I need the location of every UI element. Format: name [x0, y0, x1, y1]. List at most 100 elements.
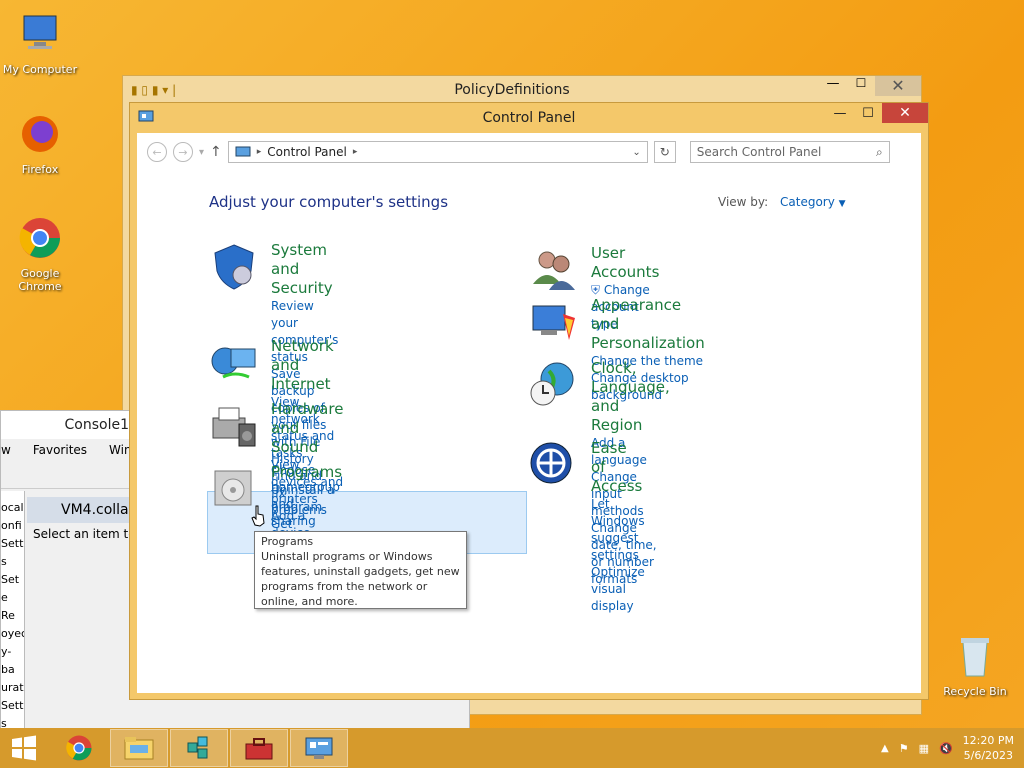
- chevron-down-icon: ▼: [838, 199, 846, 209]
- tree-item[interactable]: e Re: [1, 589, 24, 625]
- view-by-control: View by: Category ▼: [718, 195, 846, 209]
- chevron-down-icon[interactable]: ⌄: [632, 147, 640, 158]
- close-button[interactable]: ✕: [875, 76, 921, 96]
- users-icon: [533, 251, 575, 290]
- firefox-icon: [22, 116, 58, 152]
- taskbar: ▲ ⚑ ▦ 🔇 12:20 PM 5/6/2023: [0, 728, 1024, 768]
- tree-item[interactable]: ocal: [1, 499, 24, 517]
- category-title[interactable]: User Accounts: [591, 244, 659, 282]
- content-area: ← → ▾ ↑ ▸ Control Panel ▸ ⌄ ↻ Search Con…: [137, 133, 921, 693]
- category-link[interactable]: Uninstall a program: [271, 482, 342, 516]
- back-button[interactable]: ←: [147, 142, 167, 162]
- menu-item[interactable]: Favorites: [33, 443, 87, 457]
- tooltip-body: Uninstall programs or Windows features, …: [261, 550, 460, 608]
- search-placeholder: Search Control Panel: [696, 145, 822, 159]
- breadcrumb-chevron-icon[interactable]: ▸: [353, 147, 358, 157]
- quick-access-toolbar: ▮ ▯ ▮ ▾ |: [131, 83, 177, 97]
- control-panel-icon: [235, 146, 251, 157]
- maximize-button[interactable]: ☐: [854, 103, 882, 123]
- window-controls: — ☐ ✕: [819, 76, 921, 96]
- taskbar-control-panel[interactable]: [290, 729, 348, 767]
- category-title[interactable]: System and Security: [271, 241, 338, 298]
- start-button[interactable]: [0, 729, 48, 767]
- desktop-icon-chrome[interactable]: Google Chrome: [0, 214, 80, 293]
- chrome-icon: [19, 218, 60, 258]
- minimize-button[interactable]: —: [826, 103, 854, 123]
- view-by-value: Category: [780, 195, 835, 209]
- desktop-icon-label: Google Chrome: [18, 267, 62, 293]
- tree-item[interactable]: oyec: [1, 625, 24, 643]
- tree-item[interactable]: Sett: [1, 697, 24, 715]
- appearance-icon: [532, 305, 575, 340]
- tree-item[interactable]: y-ba: [1, 643, 24, 679]
- taskbar-group-policy[interactable]: [170, 729, 228, 767]
- category-title[interactable]: Programs: [271, 463, 342, 482]
- category-link[interactable]: Let Windows suggest settings: [591, 496, 645, 564]
- tooltip-title: Programs: [261, 535, 314, 548]
- category-title[interactable]: Network and Internet: [271, 337, 340, 394]
- windows-logo-icon: [12, 735, 36, 761]
- recent-pages-icon[interactable]: ▾: [199, 147, 204, 158]
- hand-cursor-icon: [251, 505, 265, 527]
- refresh-button[interactable]: ↻: [653, 141, 676, 163]
- desktop-icon-recycle-bin[interactable]: Recycle Bin: [935, 632, 1015, 698]
- uac-shield-icon: ⛨: [591, 283, 601, 297]
- menu-item[interactable]: w: [1, 443, 11, 457]
- ease-of-access-icon: [530, 442, 572, 484]
- search-icon[interactable]: ⌕: [876, 145, 883, 160]
- control-panel-icon: [305, 737, 333, 759]
- desktop-icon-my-computer[interactable]: My Computer: [0, 10, 80, 76]
- tree-item[interactable]: urati: [1, 679, 24, 697]
- network-icon[interactable]: ▦: [919, 742, 929, 755]
- view-by-dropdown[interactable]: Category ▼: [780, 195, 846, 209]
- close-button[interactable]: ✕: [882, 103, 928, 123]
- clock-time: 12:20 PM: [962, 734, 1014, 747]
- category-title[interactable]: Appearance and Personalization: [591, 296, 705, 353]
- chrome-icon: [66, 735, 92, 761]
- minimize-button[interactable]: —: [819, 76, 847, 96]
- taskbar-chrome[interactable]: [50, 729, 108, 767]
- category-title[interactable]: Ease of Access: [591, 439, 645, 496]
- window-controls: — ☐ ✕: [826, 103, 928, 123]
- desktop-icon-label: Recycle Bin: [943, 685, 1007, 698]
- console-tree[interactable]: ocal onfi Sett s Set e Re oyec y-ba urat…: [1, 491, 25, 731]
- page-title: Adjust your computer's settings: [209, 193, 449, 211]
- breadcrumb[interactable]: Control Panel: [267, 145, 347, 159]
- address-bar[interactable]: ▸ Control Panel ▸ ⌄: [227, 141, 648, 163]
- title-bar[interactable]: Control Panel — ☐ ✕: [130, 103, 928, 133]
- forward-button[interactable]: →: [173, 142, 193, 162]
- folder-icon: [124, 737, 154, 760]
- maximize-button[interactable]: ☐: [847, 76, 875, 96]
- category-title[interactable]: Hardware and Sound: [271, 400, 343, 457]
- tree-item[interactable]: Sett: [1, 535, 24, 553]
- breadcrumb-chevron-icon: ▸: [256, 147, 262, 157]
- group-policy-icon: [187, 736, 208, 759]
- shield-icon: [214, 244, 254, 290]
- volume-muted-icon[interactable]: 🔇: [939, 742, 953, 755]
- control-panel-icon: [138, 110, 154, 122]
- clock[interactable]: 12:20 PM 5/6/2023: [963, 733, 1014, 763]
- network-globe-icon: [211, 347, 256, 379]
- clock-date: 5/6/2023: [963, 749, 1014, 762]
- toolbox-icon: [245, 738, 273, 760]
- up-icon[interactable]: ↑: [210, 144, 222, 160]
- computer-icon: [23, 15, 57, 49]
- category-title[interactable]: Clock, Language, and Region: [591, 359, 670, 435]
- printer-icon: [212, 407, 256, 447]
- show-hidden-icons-chevron-icon[interactable]: ▲: [881, 743, 889, 754]
- category-link[interactable]: Optimize visual display: [591, 564, 645, 615]
- window-title: PolicyDefinitions: [454, 82, 570, 98]
- navigation-bar: ← → ▾ ↑ ▸ Control Panel ▸ ⌄ ↻ Search Con…: [137, 133, 921, 171]
- desktop-icon-firefox[interactable]: Firefox: [0, 110, 80, 176]
- taskbar-file-explorer[interactable]: [110, 729, 168, 767]
- tree-item[interactable]: onfi: [1, 517, 24, 535]
- control-panel-window[interactable]: Control Panel — ☐ ✕ ← → ▾ ↑ ▸ Control Pa…: [129, 102, 929, 700]
- window-title: Control Panel: [482, 110, 576, 126]
- tree-item[interactable]: s Set: [1, 553, 24, 589]
- search-input[interactable]: Search Control Panel ⌕: [689, 141, 890, 163]
- action-center-flag-icon[interactable]: ⚑: [899, 742, 909, 755]
- system-tray: ▲ ⚑ ▦ 🔇 12:20 PM 5/6/2023: [881, 728, 1014, 768]
- taskbar-toolbox[interactable]: [230, 729, 288, 767]
- clock-globe-icon: [530, 362, 574, 406]
- desktop-icon-label: Firefox: [21, 163, 59, 176]
